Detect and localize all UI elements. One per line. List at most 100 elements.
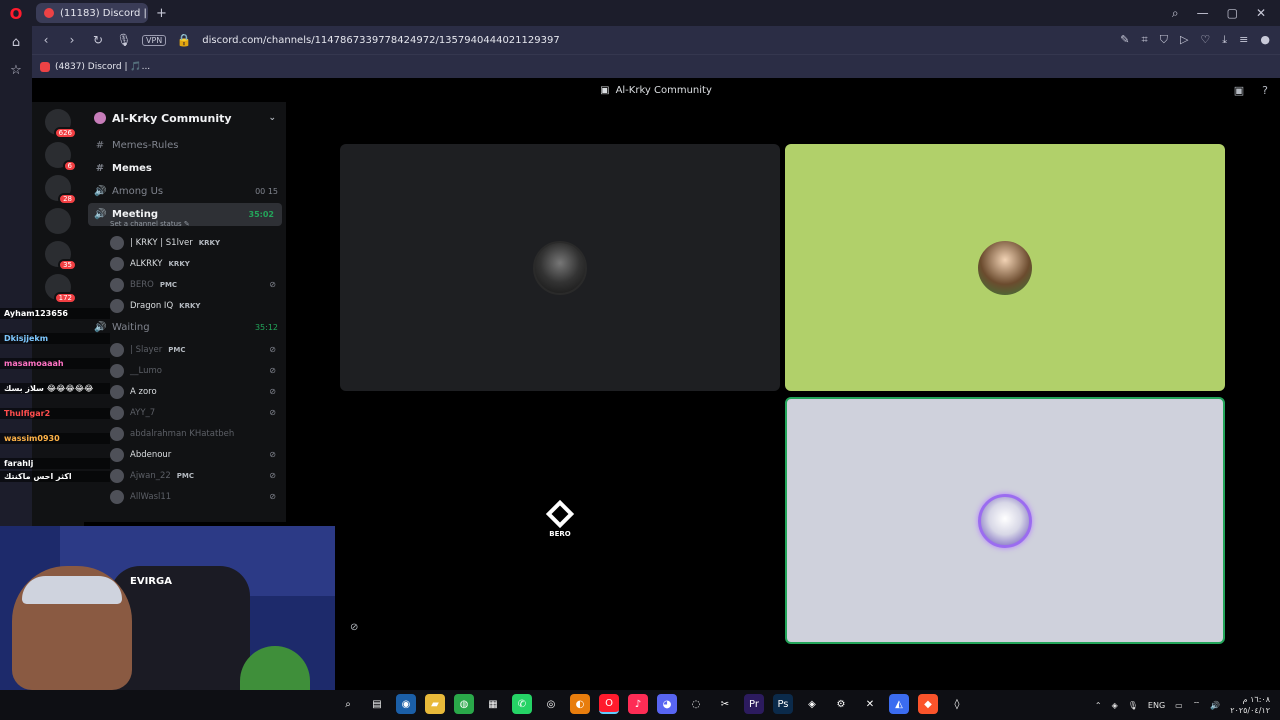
voice-member[interactable]: | Slayer PMC ⊘: [84, 339, 286, 360]
home-icon[interactable]: ⌂: [0, 28, 32, 56]
bookmarks-icon[interactable]: ☆: [0, 56, 32, 84]
mic-icon[interactable]: 🎙: [116, 33, 132, 47]
tray-chevron-icon[interactable]: ⌃: [1095, 701, 1102, 710]
minimize-icon[interactable]: —: [1197, 6, 1209, 21]
chevron-down-icon[interactable]: ⌄: [268, 113, 276, 123]
tab-search-icon[interactable]: ⌕: [1172, 6, 1179, 21]
play-icon[interactable]: ▷: [1180, 33, 1188, 47]
opera-icon[interactable]: O: [599, 694, 619, 714]
reload-icon[interactable]: ↻: [90, 33, 106, 47]
voice-member[interactable]: AllWasl11 ⊘: [84, 486, 286, 507]
tiktok-icon[interactable]: ♪: [628, 694, 648, 714]
server-icon[interactable]: 35: [45, 241, 77, 271]
photoshop-icon[interactable]: Ps: [773, 694, 793, 714]
network-icon[interactable]: ◈: [1112, 701, 1118, 710]
voice-channel-icon: 🔊: [94, 186, 107, 197]
voice-member[interactable]: Dragon IQ KRKY: [84, 295, 286, 316]
muted-icon: ⊘: [269, 408, 276, 417]
mic-tray-icon[interactable]: 🎙: [1128, 701, 1138, 710]
back-icon[interactable]: ‹: [38, 33, 54, 47]
video-tile[interactable]: BERO: [340, 397, 780, 644]
mention-badge: 172: [53, 292, 77, 304]
browser-tab[interactable]: (11183) Discord | ج...: [36, 3, 148, 23]
opera-menu-icon[interactable]: O: [0, 0, 32, 28]
voice-member[interactable]: ALKRKY KRKY: [84, 253, 286, 274]
download-icon[interactable]: ⤓: [1222, 33, 1227, 47]
blender-icon[interactable]: ◐: [570, 694, 590, 714]
bookmark-item[interactable]: (4837) Discord | 🎵...: [40, 61, 151, 72]
profile-icon[interactable]: ●: [1260, 33, 1270, 47]
menu-icon[interactable]: ≡: [1239, 33, 1248, 47]
voice-member[interactable]: AYY_7 ⊘: [84, 402, 286, 423]
brave-icon[interactable]: ◆: [918, 694, 938, 714]
channel-status-setter[interactable]: Set a channel status ✎: [84, 220, 286, 232]
server-header[interactable]: Al-Krky Community ⌄: [84, 102, 286, 134]
avatar: [110, 405, 124, 420]
capcut-icon[interactable]: ✂: [715, 694, 735, 714]
vpn-icon[interactable]: ◊: [947, 694, 967, 714]
bookmark-favicon-icon: [40, 61, 50, 72]
heart-icon[interactable]: ♡: [1200, 33, 1210, 47]
forward-icon[interactable]: ›: [64, 33, 80, 47]
game-icon[interactable]: ◈: [802, 694, 822, 714]
whatsapp-icon[interactable]: ✆: [512, 694, 532, 714]
text-channel-icon: #: [95, 140, 105, 151]
server-icon[interactable]: [45, 208, 71, 234]
voice-member[interactable]: abdalrahman KHatatbeh: [84, 423, 286, 444]
display-icon[interactable]: ▭: [1175, 701, 1183, 710]
discord-icon[interactable]: ◕: [657, 694, 677, 714]
server-icon[interactable]: 28: [45, 175, 77, 205]
settings-icon[interactable]: ⚙: [831, 694, 851, 714]
discord-title-bar: ▣ Al-Krky Community ▣ ?: [32, 78, 1280, 102]
camera-icon[interactable]: ⌗: [1142, 33, 1148, 47]
edit-icon[interactable]: ✎: [1120, 33, 1129, 47]
url-field[interactable]: discord.com/channels/1147867339778424972…: [202, 35, 559, 46]
vpn-badge[interactable]: VPN: [142, 34, 167, 46]
app-icon[interactable]: ◌: [686, 694, 706, 714]
chrome-icon[interactable]: ◍: [454, 694, 474, 714]
video-tile-speaking[interactable]: [785, 397, 1225, 644]
channel-item[interactable]: # Memes-Rules: [84, 134, 286, 157]
clock[interactable]: ١٦:٠٨ م ٢٠٢٥/٠٤/١٢: [1230, 694, 1270, 716]
help-icon[interactable]: ?: [1262, 84, 1268, 97]
new-tab-button[interactable]: +: [156, 6, 167, 21]
member-tag: KRKY: [168, 259, 190, 268]
voice-member[interactable]: Ajwan_22 PMC ⊘: [84, 465, 286, 486]
hide-non-video-icon[interactable]: ⊘: [350, 622, 358, 633]
voice-member[interactable]: __Lumo ⊘: [84, 360, 286, 381]
close-icon[interactable]: ✕: [1256, 6, 1266, 21]
channel-item[interactable]: 🔊 Among Us 00 15: [84, 180, 286, 203]
volume-icon[interactable]: 🔊: [1210, 701, 1220, 710]
photos-icon[interactable]: ▦: [483, 694, 503, 714]
server-icon[interactable]: 172: [45, 274, 77, 304]
task-view-icon[interactable]: ▤: [367, 694, 387, 714]
server-icon[interactable]: 6: [45, 142, 77, 172]
shield-icon[interactable]: ⛉: [1160, 33, 1168, 47]
search-icon[interactable]: ⌕: [338, 694, 358, 714]
video-tile[interactable]: [785, 144, 1225, 391]
wifi-icon[interactable]: ⌔: [1193, 700, 1201, 710]
server-icon[interactable]: 626: [45, 109, 77, 139]
avatar: [110, 298, 124, 313]
obs-icon[interactable]: ◎: [541, 694, 561, 714]
voice-member[interactable]: BERO PMC ⊘: [84, 274, 286, 295]
bookmark-bar: (4837) Discord | 🎵...: [32, 54, 1280, 78]
x-icon[interactable]: ✕: [860, 694, 880, 714]
steam-icon[interactable]: ◉: [396, 694, 416, 714]
lock-icon[interactable]: 🔒: [176, 33, 192, 47]
channel-item[interactable]: # Memes: [84, 157, 286, 180]
files-icon[interactable]: ▰: [425, 694, 445, 714]
channel-item[interactable]: 🔊 Waiting 35:12: [84, 316, 286, 339]
voice-member[interactable]: Abdenour ⊘: [84, 444, 286, 465]
language-indicator[interactable]: ENG: [1148, 701, 1165, 710]
voice-member[interactable]: A zoro ⊘: [84, 381, 286, 402]
member-name: AllWasl11: [130, 491, 172, 502]
text-channel-icon: #: [95, 163, 105, 174]
premiere-icon[interactable]: Pr: [744, 694, 764, 714]
maximize-icon[interactable]: ▢: [1227, 6, 1238, 21]
video-tile[interactable]: [340, 144, 780, 391]
voice-member[interactable]: | KRKY | S1lver KRKY: [84, 232, 286, 253]
arc-icon[interactable]: ◭: [889, 694, 909, 714]
inbox-icon[interactable]: ▣: [1234, 84, 1244, 97]
bookmark-label: (4837) Discord | 🎵...: [55, 61, 151, 72]
